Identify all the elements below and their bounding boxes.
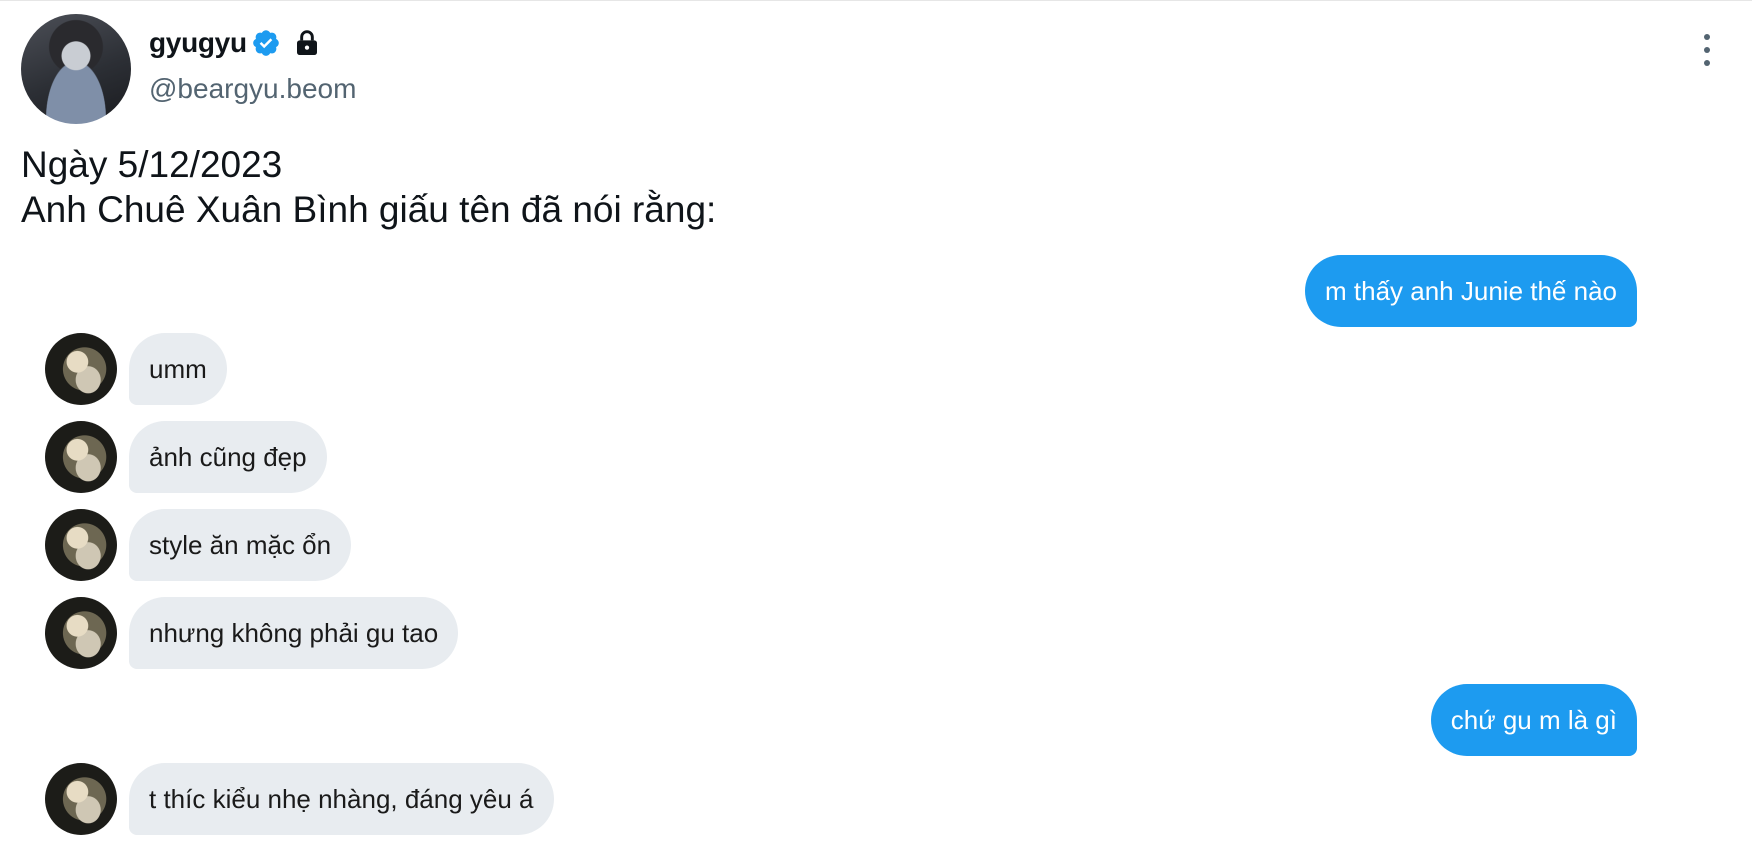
author-name-row: gyugyu bbox=[149, 26, 323, 60]
chat-bubble-sent: m thấy anh Junie thế nào bbox=[1305, 255, 1637, 327]
more-dot bbox=[1704, 47, 1710, 53]
tweet-text: Ngày 5/12/2023 Anh Chuê Xuân Bình giấu t… bbox=[21, 142, 716, 232]
chat-bubble-received: nhưng không phải gu tao bbox=[129, 597, 459, 669]
more-options-icon[interactable] bbox=[1692, 34, 1722, 66]
chat-avatar bbox=[45, 597, 117, 669]
verified-badge-icon[interactable] bbox=[251, 28, 281, 58]
more-dot bbox=[1704, 60, 1710, 66]
tweet-text-line: Anh Chuê Xuân Bình giấu tên đã nói rằng: bbox=[21, 189, 717, 230]
more-dot bbox=[1704, 34, 1710, 40]
lock-icon bbox=[291, 27, 323, 59]
chat-bubble-received: ảnh cũng đẹp bbox=[129, 421, 327, 493]
author-display-name[interactable]: gyugyu bbox=[149, 27, 247, 59]
chat-bubble-received: umm bbox=[129, 333, 227, 405]
chat-bubble-received: style ăn mặc ổn bbox=[129, 509, 352, 581]
top-divider bbox=[0, 0, 1752, 1]
author-handle[interactable]: @beargyu.beom bbox=[149, 73, 356, 105]
chat-bubble-sent: chứ gu m là gì bbox=[1430, 684, 1637, 756]
chat-avatar bbox=[45, 763, 117, 835]
chat-avatar bbox=[45, 333, 117, 405]
chat-avatar bbox=[45, 421, 117, 493]
tweet-text-line: Ngày 5/12/2023 bbox=[21, 144, 283, 185]
author-avatar[interactable] bbox=[21, 14, 131, 124]
chat-bubble-received: t thíc kiểu nhẹ nhàng, đáng yêu á bbox=[129, 763, 554, 835]
chat-avatar bbox=[45, 509, 117, 581]
